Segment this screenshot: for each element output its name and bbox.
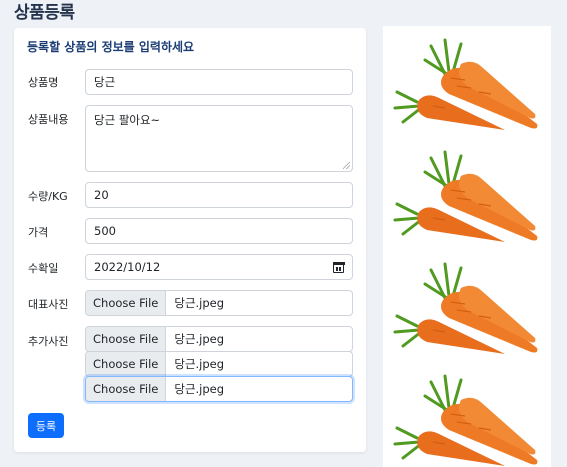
calendar-icon[interactable] xyxy=(332,261,345,273)
price-label: 가격 xyxy=(28,226,49,239)
harvest-date-label: 수확일 xyxy=(28,262,59,275)
quantity-value: 20 xyxy=(94,188,109,202)
product-form: 등록할 상품의 정보를 입력하세요 상품명 당근 상품내용 당근 팔아요~ 수량… xyxy=(14,28,366,452)
choose-file-button[interactable]: Choose File xyxy=(86,352,167,376)
product-name-input[interactable]: 당근 xyxy=(85,69,353,95)
harvest-date-input[interactable]: 2022/10/12 xyxy=(85,254,353,280)
form-heading: 등록할 상품의 정보를 입력하세요 xyxy=(27,40,195,54)
file-name: 당근.jpeg xyxy=(174,332,225,346)
quantity-input[interactable]: 20 xyxy=(85,182,353,208)
main-photo-label: 대표사진 xyxy=(28,298,69,311)
product-description-label: 상품내용 xyxy=(28,113,69,126)
page-title: 상품등록 xyxy=(14,3,75,23)
image-preview-panel xyxy=(383,26,551,467)
choose-file-button[interactable]: Choose File xyxy=(86,327,167,351)
harvest-date-value: 2022/10/12 xyxy=(94,260,161,274)
product-description-value: 당근 팔아요~ xyxy=(94,113,161,127)
submit-button[interactable]: 등록 xyxy=(28,413,64,438)
choose-file-button[interactable]: Choose File xyxy=(86,291,167,315)
carrot-image xyxy=(393,262,538,354)
choose-file-button[interactable]: Choose File xyxy=(86,377,167,401)
product-description-textarea[interactable]: 당근 팔아요~ xyxy=(85,105,353,172)
product-name-value: 당근 xyxy=(94,75,116,89)
file-name: 당근.jpeg xyxy=(174,296,225,310)
extra-photo-file-input-3[interactable]: Choose File 당근.jpeg xyxy=(85,376,353,402)
extra-photos-label: 추가사진 xyxy=(28,335,69,348)
quantity-label: 수량/KG xyxy=(28,190,68,203)
extra-photo-file-input-2[interactable]: Choose File 당근.jpeg xyxy=(85,351,353,377)
price-input[interactable]: 500 xyxy=(85,218,353,244)
resize-handle-icon[interactable] xyxy=(343,162,350,169)
extra-photo-file-input-1[interactable]: Choose File 당근.jpeg xyxy=(85,326,353,352)
carrot-image xyxy=(393,38,538,130)
carrot-image xyxy=(393,150,538,242)
main-photo-file-input[interactable]: Choose File 당근.jpeg xyxy=(85,290,353,316)
file-name: 당근.jpeg xyxy=(174,382,225,396)
price-value: 500 xyxy=(94,224,116,238)
product-name-label: 상품명 xyxy=(28,76,59,89)
file-name: 당근.jpeg xyxy=(174,357,225,371)
carrot-image xyxy=(393,374,538,466)
